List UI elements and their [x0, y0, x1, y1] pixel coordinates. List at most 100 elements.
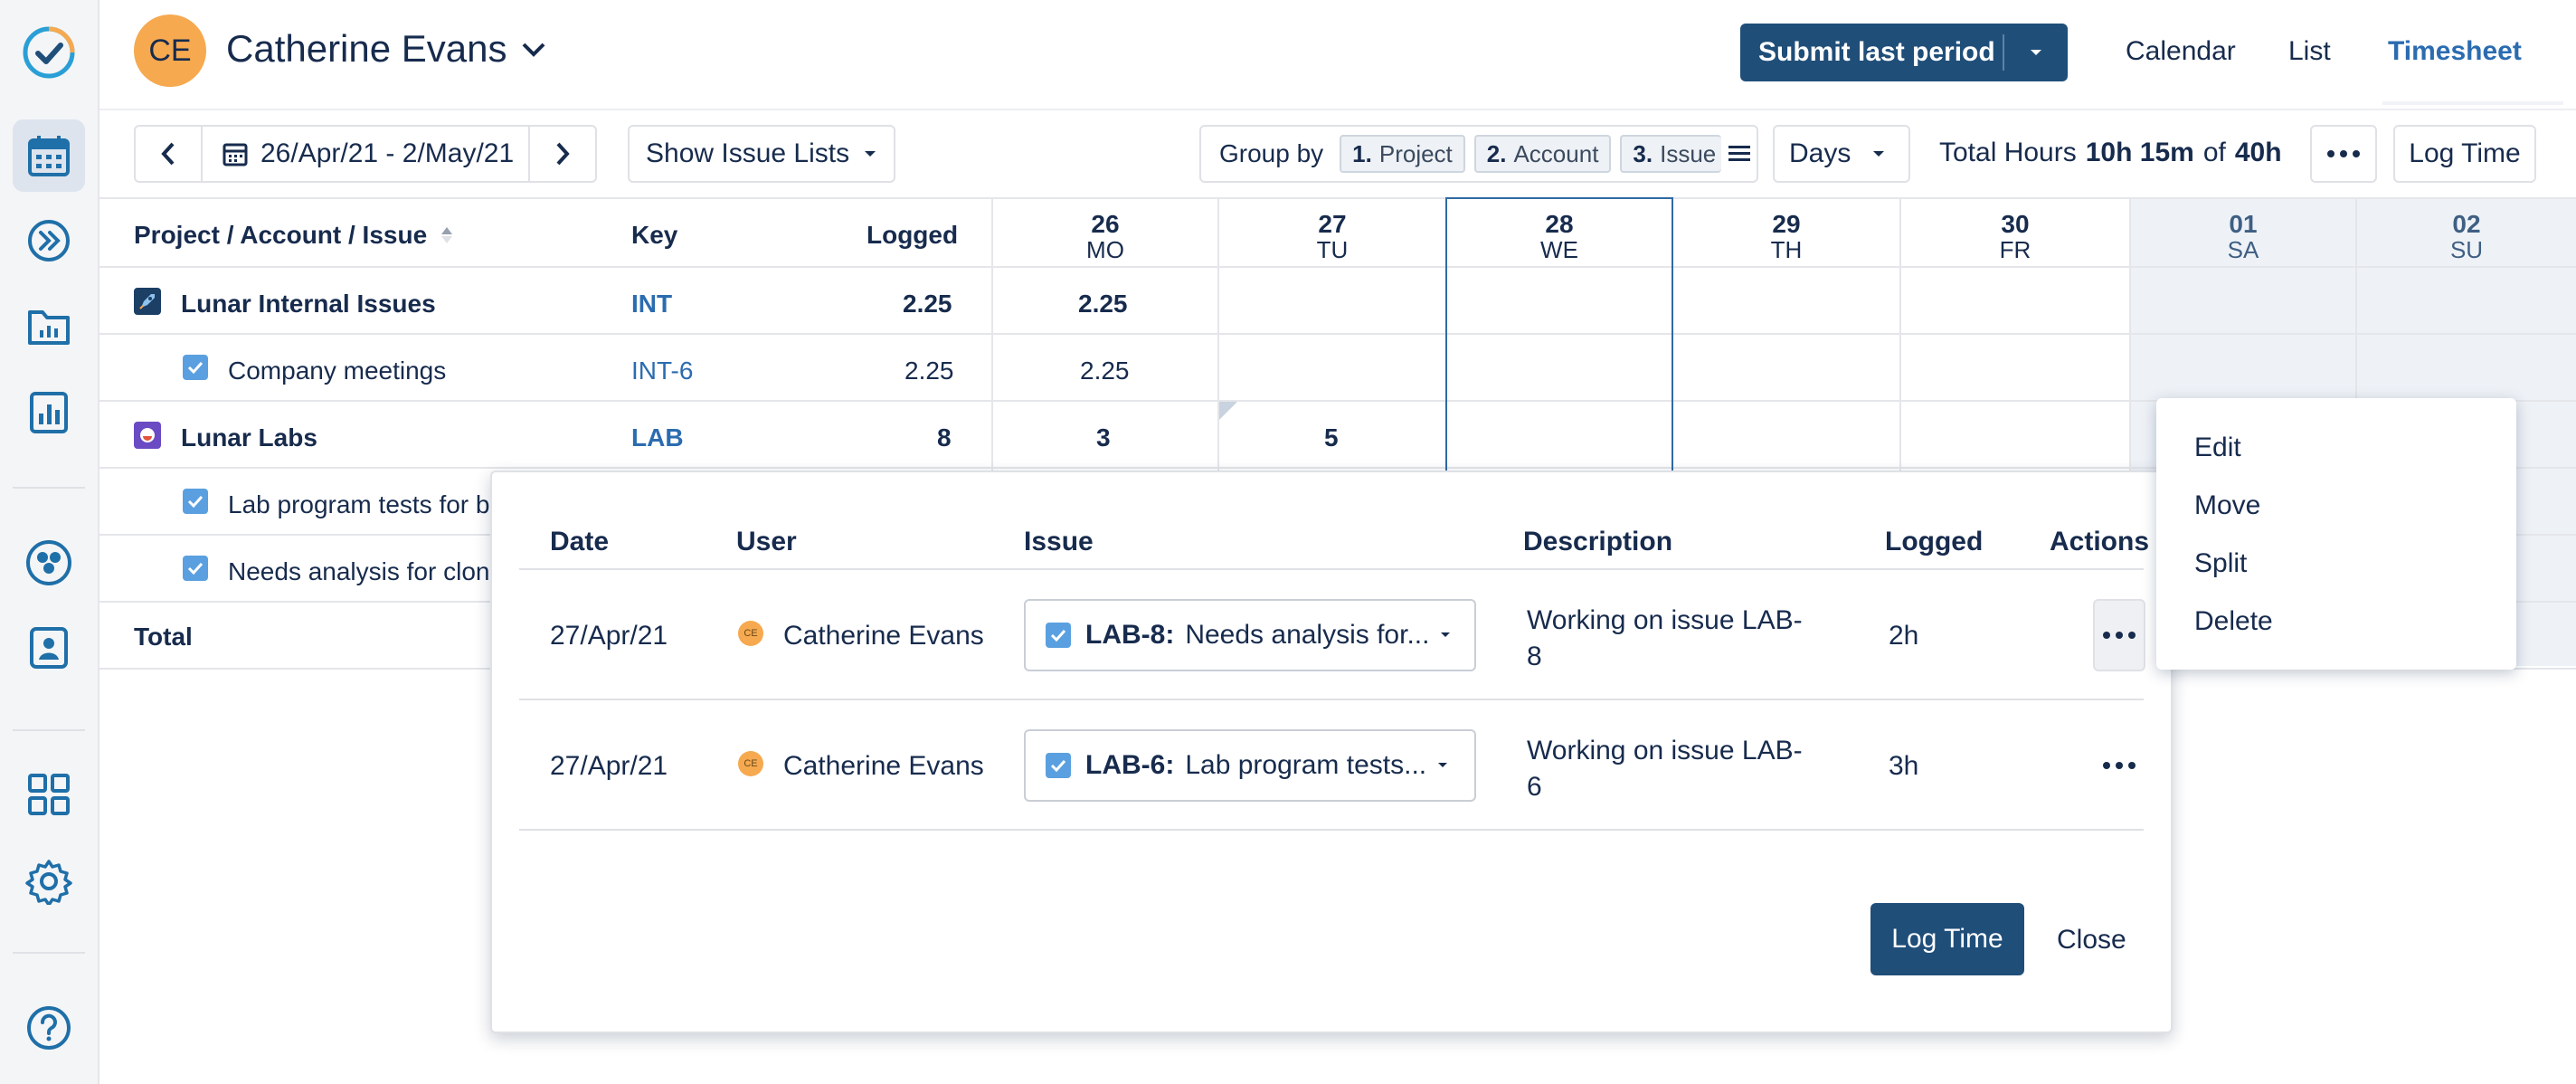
next-week-button[interactable] — [528, 127, 595, 181]
submit-dropdown-icon[interactable] — [2004, 48, 2068, 57]
worklog-date: 27/Apr/21 — [550, 621, 668, 651]
period-dropdown[interactable]: Days — [1773, 125, 1910, 183]
worklog-issue-select[interactable]: LAB-6: Lab program tests... — [1024, 729, 1476, 802]
group-chip-project[interactable]: 1. Project — [1340, 135, 1465, 173]
worklog-description: Working on issue LAB- 8 — [1527, 603, 1803, 675]
row-key[interactable]: INT-6 — [631, 357, 693, 385]
caret-down-icon — [1873, 151, 1885, 157]
caret-down-icon — [865, 151, 876, 157]
menu-item-delete[interactable]: Delete — [2194, 606, 2273, 637]
task-checkbox-icon — [183, 556, 208, 581]
row-key[interactable]: LAB — [631, 423, 684, 452]
show-issue-lists-dropdown[interactable]: Show Issue Lists — [628, 125, 895, 183]
grid-line — [99, 266, 2576, 268]
user-avatar[interactable]: CE — [134, 14, 206, 87]
issue-title: Needs analysis for... — [1185, 620, 1430, 650]
date-range-picker[interactable]: 26/Apr/21 - 2/May/21 — [203, 138, 528, 169]
day-number: 29 — [1772, 210, 1801, 238]
row-logged: 2.25 — [904, 357, 954, 385]
hamburger-menu-icon[interactable] — [1727, 143, 1752, 165]
group-by-control: Group by 1. Project 2. Account 3. Issue — [1199, 125, 1758, 183]
menu-item-move[interactable]: Move — [2194, 490, 2260, 521]
reports-icon[interactable] — [13, 376, 85, 449]
description-line: Working on issue LAB- — [1527, 605, 1803, 635]
total-hours-target: 40h — [2234, 138, 2282, 167]
popup-log-time-button[interactable]: Log Time — [1870, 903, 2024, 975]
day-number: 30 — [2001, 210, 2030, 238]
day-header-30: 30 FR — [1901, 210, 2129, 263]
worklog-logged: 3h — [1889, 751, 1919, 781]
day-header-29: 29 TH — [1673, 210, 1899, 263]
apps-grid-icon[interactable] — [13, 758, 85, 831]
log-time-toolbar-button[interactable]: Log Time — [2393, 125, 2536, 183]
day-weekday: TH — [1770, 236, 1803, 263]
rail-divider — [13, 952, 85, 954]
settings-gear-icon[interactable] — [13, 845, 85, 918]
row-name[interactable]: Lunar Labs — [181, 423, 317, 452]
row-name[interactable]: Lab program tests for bi — [228, 490, 490, 519]
column-header-project[interactable]: Project / Account / Issue — [134, 221, 454, 250]
help-icon[interactable] — [13, 992, 85, 1064]
calendar-icon[interactable] — [13, 119, 85, 192]
more-dots-icon — [2103, 762, 2136, 769]
popup-divider — [519, 568, 2144, 570]
group-by-label: Group by — [1219, 139, 1324, 167]
row-key[interactable]: INT — [631, 290, 672, 319]
day-weekday: FR — [1999, 236, 2031, 263]
previous-week-button[interactable] — [136, 127, 203, 181]
fast-forward-icon[interactable] — [13, 204, 85, 277]
column-header-key[interactable]: Key — [631, 221, 677, 250]
worklog-issue-select[interactable]: LAB-8: Needs analysis for... — [1024, 599, 1476, 671]
active-tab-indicator — [2382, 101, 2563, 105]
tab-list[interactable]: List — [2288, 36, 2331, 67]
menu-item-split[interactable]: Split — [2194, 548, 2247, 579]
row-name[interactable]: Company meetings — [228, 357, 446, 385]
more-options-button[interactable] — [2310, 125, 2377, 183]
chip-number: 2. — [1486, 139, 1507, 167]
day-cell-26[interactable]: 3 — [1096, 423, 1111, 452]
worklog-actions-button[interactable] — [2093, 729, 2145, 802]
day-cell-26[interactable]: 2.25 — [1078, 290, 1128, 319]
date-range-label: 26/Apr/21 - 2/May/21 — [260, 138, 515, 168]
row-name[interactable]: Lunar Internal Issues — [181, 290, 436, 319]
avatar-initials: CE — [148, 33, 192, 68]
description-line: 6 — [1527, 772, 1542, 802]
total-hours-logged: 10h 15m — [2085, 138, 2194, 167]
group-chip-account[interactable]: 2. Account — [1473, 135, 1612, 173]
rail-divider — [13, 729, 85, 731]
row-name[interactable]: Needs analysis for clone — [228, 557, 490, 586]
day-cell-26[interactable]: 2.25 — [1080, 357, 1130, 385]
tab-calendar[interactable]: Calendar — [2126, 36, 2236, 67]
worklog-popup: Date User Issue Description Logged Actio… — [490, 471, 2173, 1033]
task-checkbox-icon — [183, 489, 208, 514]
worklog-user: Catherine Evans — [783, 621, 984, 651]
tab-timesheet[interactable]: Timesheet — [2388, 36, 2522, 67]
popup-close-button[interactable]: Close — [2057, 925, 2126, 956]
worklog-actions-button[interactable] — [2093, 599, 2145, 671]
column-header-logged[interactable]: Logged — [867, 221, 958, 250]
folder-chart-icon[interactable] — [13, 290, 85, 362]
chevron-down-icon — [522, 43, 545, 57]
day-number: 28 — [1545, 210, 1574, 238]
issue-title: Lab program tests... — [1185, 750, 1427, 780]
issue-key: LAB-8: — [1085, 620, 1175, 650]
app-logo-icon[interactable] — [13, 16, 85, 89]
menu-item-edit[interactable]: Edit — [2194, 433, 2241, 463]
worklog-user-avatar: CE — [738, 751, 763, 776]
popup-header-logged: Logged — [1885, 527, 1984, 556]
team-icon[interactable] — [13, 527, 85, 599]
lab-project-icon — [134, 422, 161, 449]
group-chip-issue[interactable]: 3. Issue — [1620, 135, 1722, 173]
day-number: 01 — [2229, 210, 2258, 238]
day-header-01: 01 SA — [2131, 210, 2355, 263]
user-selector[interactable]: Catherine Evans — [226, 27, 547, 71]
description-line: 8 — [1527, 642, 1542, 671]
left-navigation-rail — [0, 0, 99, 1084]
total-hours-label: Total Hours — [1939, 138, 2077, 167]
submit-last-period-button[interactable]: Submit last period — [1740, 24, 2068, 81]
day-cell-27[interactable]: 5 — [1324, 423, 1339, 452]
user-name: Catherine Evans — [226, 27, 507, 70]
day-header-27: 27 TU — [1219, 212, 1445, 263]
user-profile-icon[interactable] — [13, 612, 85, 684]
day-weekday: MO — [1086, 236, 1124, 263]
